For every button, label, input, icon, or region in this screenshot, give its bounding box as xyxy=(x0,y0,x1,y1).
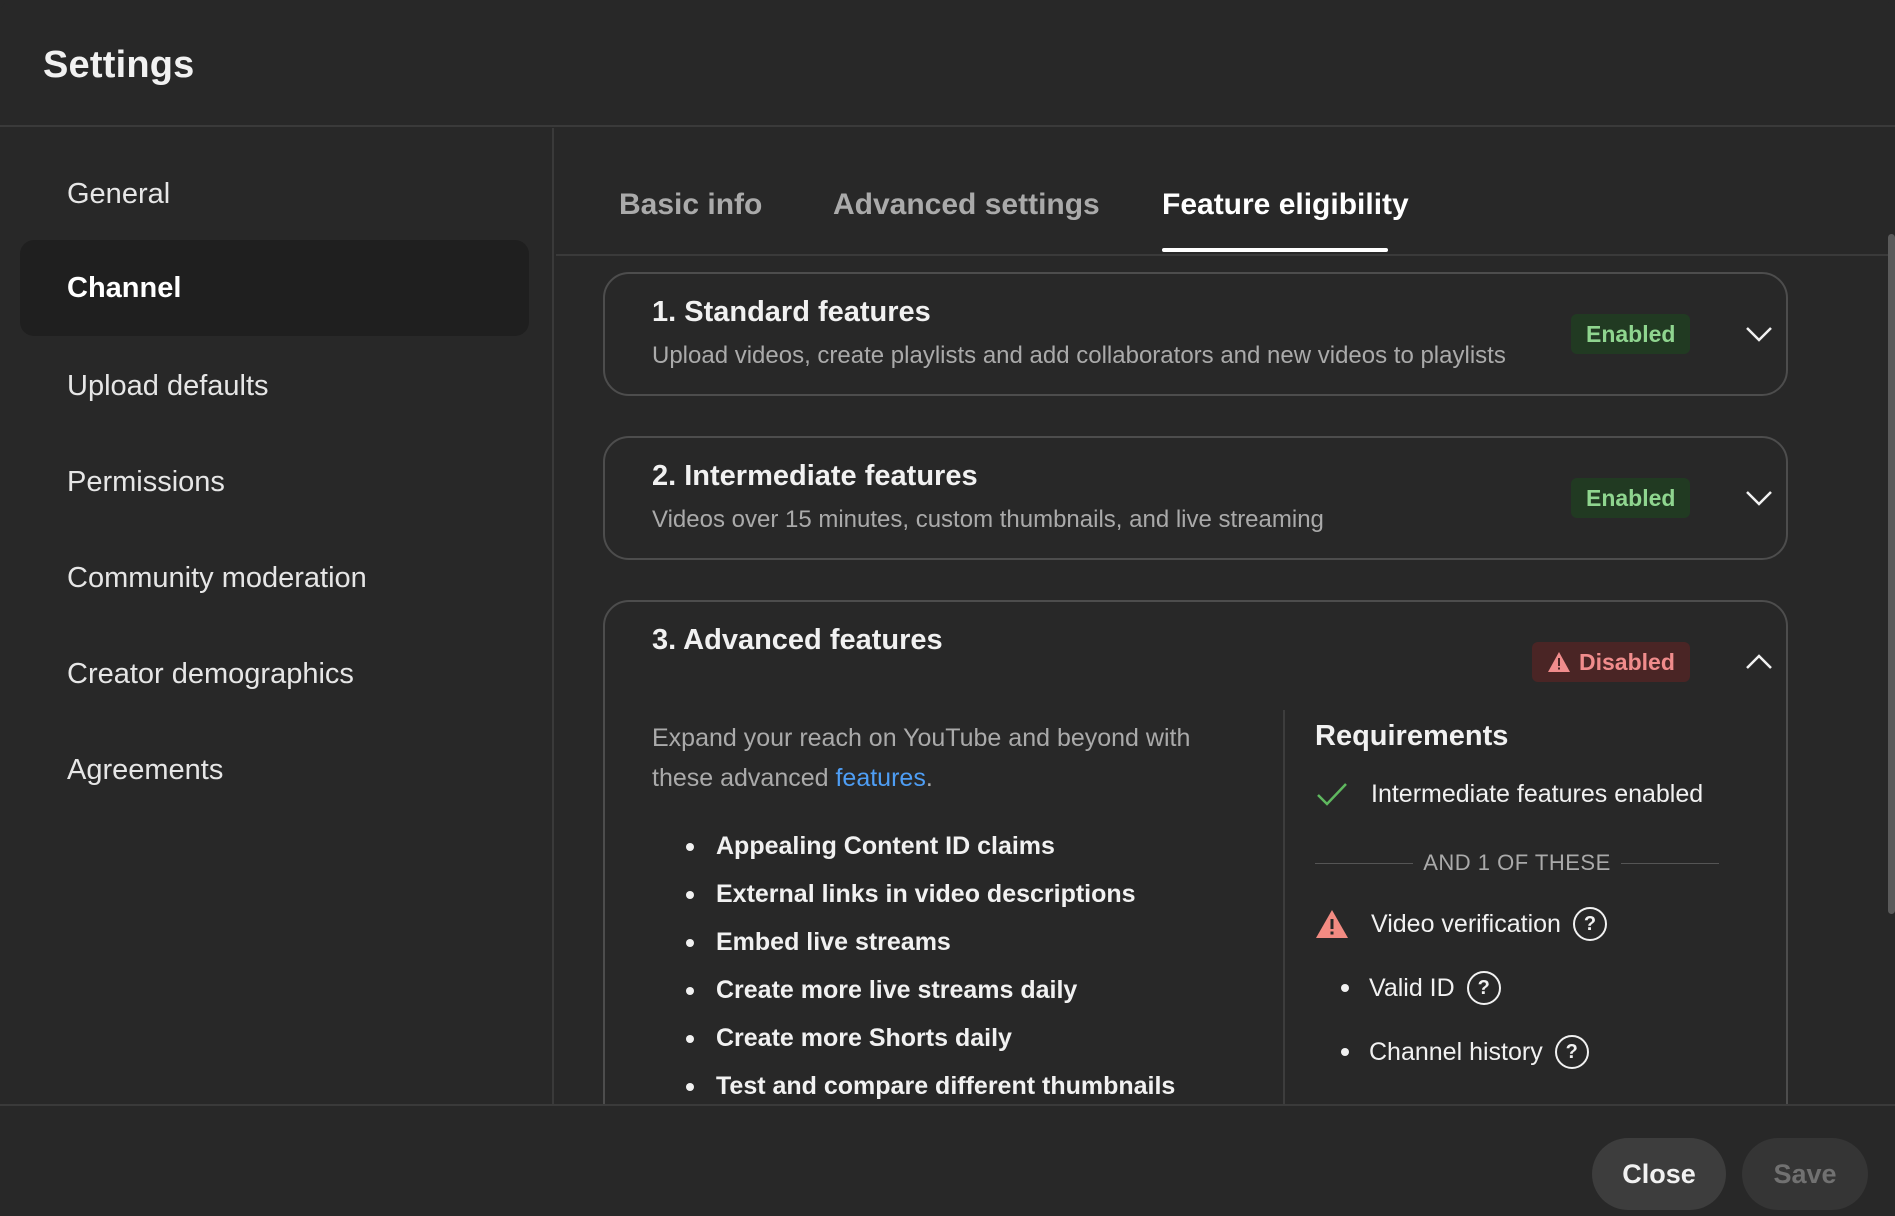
close-button[interactable]: Close xyxy=(1592,1138,1726,1210)
dialog-footer: Close Save xyxy=(0,1104,1895,1216)
chevron-down-icon[interactable] xyxy=(1743,318,1775,350)
warning-icon xyxy=(1548,652,1570,672)
tab-advanced-settings[interactable]: Advanced settings xyxy=(833,188,1100,222)
disabled-status-badge: Disabled xyxy=(1532,642,1690,682)
chevron-up-icon[interactable] xyxy=(1743,646,1775,678)
list-item: Embed live streams xyxy=(652,918,1175,966)
content-scrollbar[interactable] xyxy=(1888,234,1895,914)
sidebar-item-upload-defaults[interactable]: Upload defaults xyxy=(20,338,529,434)
disabled-status-label: Disabled xyxy=(1579,648,1675,675)
active-tab-indicator xyxy=(1162,248,1388,252)
list-item: Create more Shorts daily xyxy=(652,1014,1175,1062)
feature-eligibility-panel: 1. Standard features Upload videos, crea… xyxy=(556,258,1895,1104)
warning-icon xyxy=(1316,910,1348,938)
requirement-valid-id: Valid ID ? xyxy=(1341,968,1501,1008)
intermediate-features-card[interactable]: 2. Intermediate features Videos over 15 … xyxy=(603,436,1788,560)
help-icon[interactable]: ? xyxy=(1466,971,1501,1005)
requirement-video-verification: Video verification ? xyxy=(1315,904,1607,944)
dialog-title: Settings xyxy=(43,44,195,86)
requirements-title: Requirements xyxy=(1315,720,1509,752)
list-item: Create more live streams daily xyxy=(652,966,1175,1014)
tab-basic-info[interactable]: Basic info xyxy=(619,188,762,222)
list-item: External links in video descriptions xyxy=(652,870,1175,918)
intermediate-features-title: 2. Intermediate features xyxy=(652,460,978,492)
help-icon[interactable]: ? xyxy=(1572,907,1607,941)
requirement-intermediate-enabled: Intermediate features enabled xyxy=(1315,774,1703,814)
advanced-features-description: Expand your reach on YouTube and beyond … xyxy=(652,724,1191,792)
standard-features-card[interactable]: 1. Standard features Upload videos, crea… xyxy=(603,272,1788,396)
tab-feature-eligibility[interactable]: Feature eligibility xyxy=(1162,188,1409,222)
list-item: Test and compare different thumbnails xyxy=(652,1062,1175,1104)
requirement-channel-history: Channel history ? xyxy=(1341,1032,1589,1072)
settings-sidebar: General Channel Upload defaults Permissi… xyxy=(0,128,554,1104)
standard-features-title: 1. Standard features xyxy=(652,296,931,328)
save-button[interactable]: Save xyxy=(1742,1138,1868,1210)
advanced-features-title: 3. Advanced features xyxy=(652,624,943,656)
chevron-down-icon[interactable] xyxy=(1743,482,1775,514)
standard-features-description: Upload videos, create playlists and add … xyxy=(652,342,1506,369)
sidebar-item-community-moderation[interactable]: Community moderation xyxy=(20,530,529,626)
requirements-divider xyxy=(1283,710,1285,1104)
enabled-status-badge: Enabled xyxy=(1571,314,1691,354)
features-link[interactable]: features xyxy=(835,764,925,792)
sidebar-item-permissions[interactable]: Permissions xyxy=(20,434,529,530)
sidebar-item-creator-demographics[interactable]: Creator demographics xyxy=(20,626,529,722)
intermediate-features-description: Videos over 15 minutes, custom thumbnail… xyxy=(652,506,1324,533)
sidebar-item-channel[interactable]: Channel xyxy=(20,240,529,336)
advanced-features-list: Appealing Content ID claims External lin… xyxy=(652,822,1175,1104)
advanced-features-card: 3. Advanced features Disabled Expand you… xyxy=(603,600,1788,1104)
dialog-header: Settings xyxy=(0,0,1895,127)
check-icon xyxy=(1317,783,1347,806)
enabled-status-badge: Enabled xyxy=(1571,478,1691,518)
settings-dialog: Settings General Channel Upload defaults… xyxy=(0,0,1895,1216)
sidebar-item-general[interactable]: General xyxy=(20,146,529,242)
tab-bar: Basic info Advanced settings Feature eli… xyxy=(556,128,1895,256)
and-separator: AND 1 OF THESE xyxy=(1315,848,1719,878)
help-icon[interactable]: ? xyxy=(1554,1035,1589,1069)
sidebar-item-agreements[interactable]: Agreements xyxy=(20,722,529,818)
list-item: Appealing Content ID claims xyxy=(652,822,1175,870)
